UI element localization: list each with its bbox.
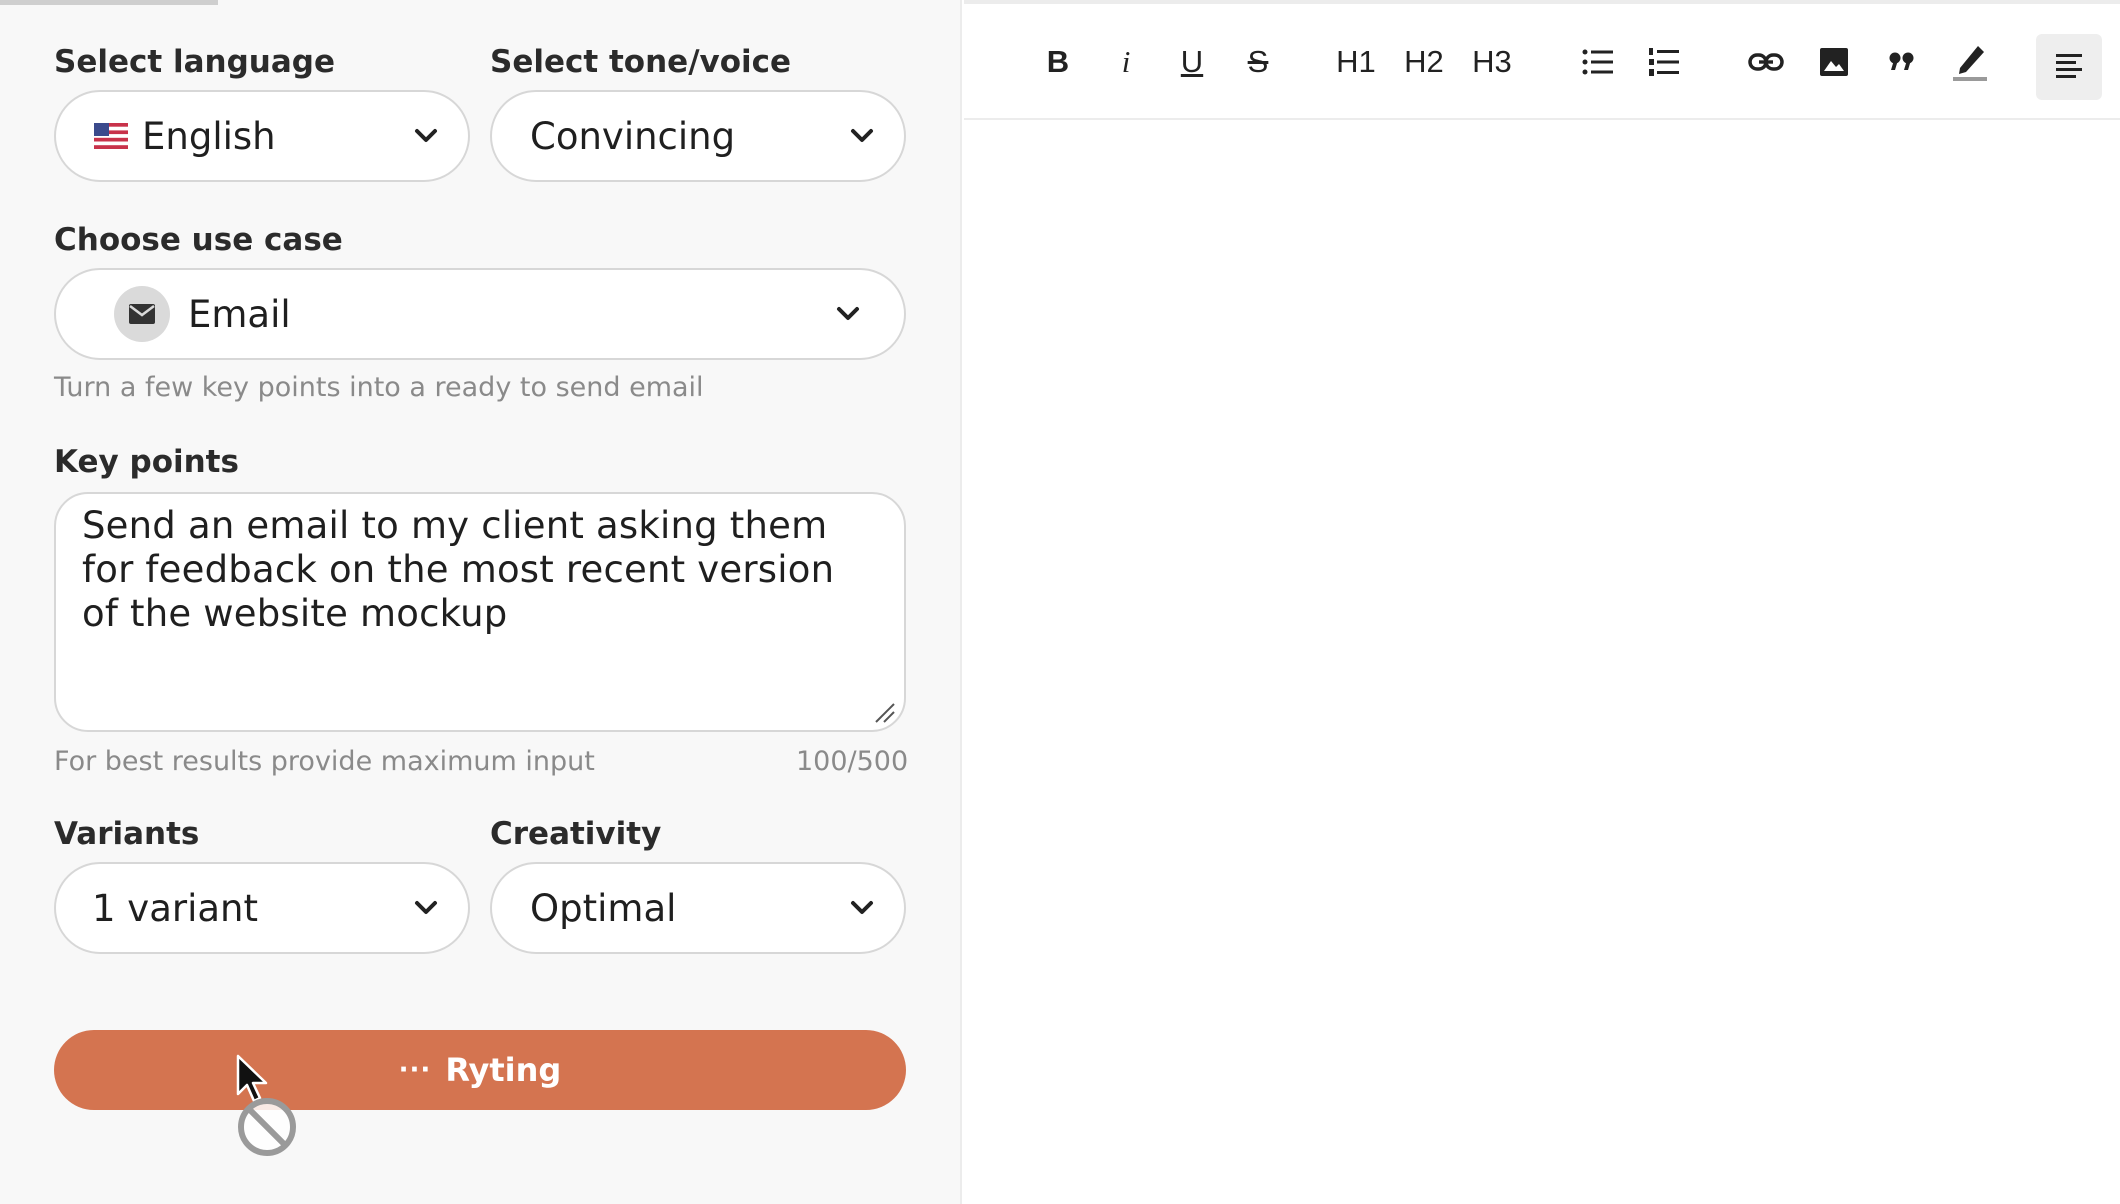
creativity-select[interactable]: Optimal: [490, 862, 906, 954]
chevron-down-icon: [415, 901, 437, 914]
italic-button[interactable]: i: [1106, 32, 1146, 92]
heading-3-button[interactable]: H3: [1464, 32, 1520, 92]
bold-button[interactable]: B: [1038, 32, 1078, 92]
variants-value: 1 variant: [92, 886, 258, 930]
chevron-down-icon: [851, 129, 873, 142]
language-select[interactable]: English: [54, 90, 470, 182]
variants-label: Variants: [54, 816, 200, 852]
tone-value: Convincing: [530, 114, 736, 158]
strikethrough-button[interactable]: S: [1238, 32, 1278, 92]
bullet-list-button[interactable]: [1576, 32, 1620, 92]
bullet-list-icon: [1582, 49, 1613, 75]
image-button[interactable]: [1812, 32, 1856, 92]
mail-icon: [114, 286, 170, 342]
variants-select[interactable]: 1 variant: [54, 862, 470, 954]
key-points-label: Key points: [54, 444, 239, 480]
ryting-button-label: Ryting: [445, 1051, 562, 1089]
use-case-label: Choose use case: [54, 222, 343, 258]
creativity-label: Creativity: [490, 816, 662, 852]
key-points-helper: For best results provide maximum input: [54, 746, 595, 777]
key-points-text: Send an email to my client asking them f…: [82, 504, 835, 635]
highlight-pen-icon: [1953, 46, 1987, 81]
heading-2-button[interactable]: H2: [1396, 32, 1452, 92]
creativity-value: Optimal: [530, 886, 677, 930]
language-label: Select language: [54, 44, 335, 80]
use-case-select[interactable]: Email: [54, 268, 906, 360]
use-case-helper: Turn a few key points into a ready to se…: [54, 372, 704, 403]
align-left-button[interactable]: [2036, 34, 2102, 100]
chevron-down-icon: [415, 129, 437, 142]
heading-1-button[interactable]: H1: [1328, 32, 1384, 92]
image-icon: [1820, 48, 1848, 76]
char-counter: 100/500: [796, 746, 909, 777]
language-value: English: [142, 114, 276, 158]
not-allowed-icon: [238, 1098, 296, 1156]
editor-content-area[interactable]: [964, 120, 2120, 1204]
editor-toolbar: B i U S H1 H2 H3: [964, 0, 2120, 120]
align-left-icon: [2056, 54, 2082, 78]
key-points-textarea[interactable]: Send an email to my client asking them f…: [54, 492, 906, 732]
tone-label: Select tone/voice: [490, 44, 792, 80]
quote-button[interactable]: [1880, 32, 1924, 92]
chevron-down-icon: [851, 901, 873, 914]
underline-button[interactable]: U: [1172, 32, 1212, 92]
link-button[interactable]: [1744, 32, 1788, 92]
quote-icon: [1889, 52, 1914, 70]
highlight-button[interactable]: [1948, 32, 1992, 92]
chevron-down-icon: [837, 307, 859, 320]
link-icon: [1748, 53, 1784, 71]
use-case-value: Email: [188, 292, 291, 336]
resize-handle-icon[interactable]: [872, 700, 896, 724]
tone-select[interactable]: Convincing: [490, 90, 906, 182]
numbered-list-icon: [1649, 48, 1679, 76]
ryting-button[interactable]: ··· Ryting: [54, 1030, 906, 1110]
us-flag-icon: [94, 123, 128, 149]
loading-progress-bar: [0, 0, 218, 5]
settings-panel: Select language English Select tone/voic…: [0, 0, 962, 1204]
numbered-list-button[interactable]: [1642, 32, 1686, 92]
loading-dots: ···: [398, 1055, 432, 1085]
